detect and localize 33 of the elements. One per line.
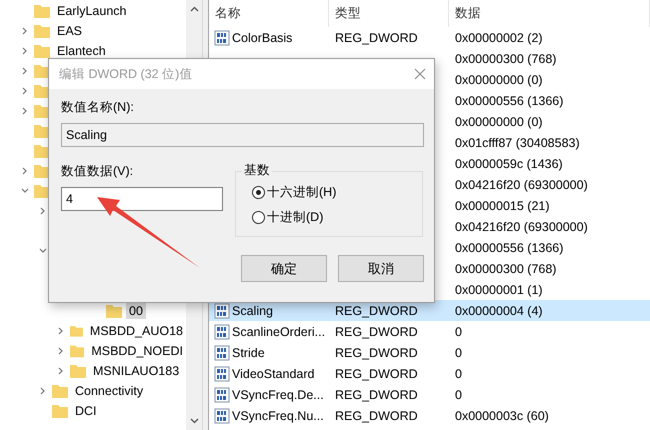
value-name: VSyncFreq.Nu... [232, 408, 324, 422]
value-data: 0x00000002 (2) [454, 30, 544, 44]
dialog-title: 编辑 DWORD (32 位)值 [59, 66, 192, 82]
value-name: ScanlineOrderi... [232, 324, 326, 338]
value-data: 0x00000001 (1) [454, 282, 544, 296]
value-data: 0 [454, 388, 463, 402]
value-type: REG_DWORD [334, 304, 419, 318]
value-name: Stride [232, 346, 265, 360]
value-data: 0x00000556 (1366) [454, 94, 564, 108]
value-type: REG_DWORD [334, 30, 419, 44]
value-data: 0x00000556 (1366) [454, 240, 564, 254]
value-data: 0 [454, 346, 463, 360]
value-data: 0x00000015 (21) [454, 198, 551, 212]
value-type: REG_DWORD [334, 324, 419, 338]
value-name: VSyncFreq.De... [232, 388, 324, 402]
value-data: 0 [454, 324, 463, 338]
value-data: 0x01cfff87 (30408583) [454, 136, 581, 150]
value-data: 0x00000300 (768) [454, 52, 558, 66]
value-data: 0x0000003c (60) [454, 408, 550, 422]
value-type: REG_DWORD [334, 346, 419, 360]
value-type: REG_DWORD [334, 366, 419, 380]
value-data: 0x00000000 (0) [454, 72, 544, 86]
field-label: 数值名称(N): [61, 99, 135, 116]
value-name: Scaling [232, 304, 273, 318]
field-label: 数值数据(V): [61, 163, 134, 180]
value-name: VideoStandard [232, 366, 314, 380]
value-data: 0 [454, 366, 463, 380]
value-type: REG_DWORD [334, 388, 419, 402]
value-data: 0x00000000 (0) [454, 114, 544, 128]
group-label: 基数 [242, 162, 272, 179]
value-data: 0x00000004 (4) [454, 304, 544, 318]
value-name: ColorBasis [232, 30, 292, 44]
value-type: REG_DWORD [334, 408, 419, 422]
